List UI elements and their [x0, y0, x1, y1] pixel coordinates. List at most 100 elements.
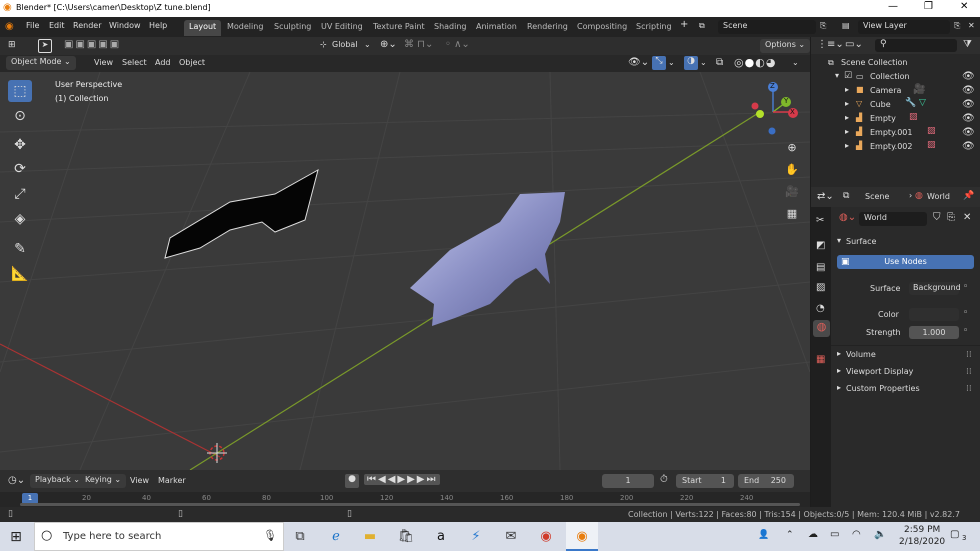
- pan-button[interactable]: ✋: [782, 160, 802, 180]
- camera-data-icon[interactable]: 🎥: [913, 84, 925, 95]
- tab-compositing[interactable]: Compositing: [572, 20, 632, 36]
- outliner-row-cube[interactable]: ▸ ▽ Cube 🔧 ▽ 👁: [811, 98, 980, 112]
- eye-icon[interactable]: 👁: [962, 113, 975, 124]
- checkbox-icon[interactable]: ☑: [844, 71, 852, 81]
- menu-add[interactable]: Add: [155, 58, 171, 67]
- outliner-row-empty[interactable]: ▸ ▟ Empty ▨ 👁: [811, 112, 980, 126]
- file-explorer-icon[interactable]: ▬: [360, 527, 380, 547]
- eye-icon[interactable]: 👁: [962, 141, 975, 152]
- proportional-icon[interactable]: ◦ ∧⌄: [445, 39, 470, 50]
- playback-menu[interactable]: Playback ⌄: [30, 474, 85, 488]
- tab-scripting[interactable]: Scripting: [631, 20, 677, 36]
- drag-handle-icon[interactable]: ⁞⁞: [966, 384, 972, 394]
- clock-time[interactable]: 2:59 PM: [904, 525, 940, 535]
- 3d-viewport[interactable]: Z Y X User Perspective (1) Collection ⬚ …: [0, 72, 810, 470]
- scene-field[interactable]: Scene: [718, 20, 816, 34]
- timeline-view-menu[interactable]: View: [130, 476, 149, 485]
- tab-modeling[interactable]: Modeling: [222, 20, 268, 36]
- store-icon[interactable]: 🛍: [396, 527, 416, 547]
- surface-shader-field[interactable]: Background: [909, 282, 961, 295]
- clock-date[interactable]: 2/18/2020: [899, 537, 945, 547]
- view-layer-remove-icon[interactable]: ✕: [968, 21, 975, 30]
- notifications-icon[interactable]: ▢: [950, 529, 959, 540]
- mesh-data-icon[interactable]: ▽: [919, 98, 926, 108]
- scene-tab-icon[interactable]: ◔: [816, 303, 825, 314]
- use-nodes-button[interactable]: ▣ Use Nodes: [837, 255, 974, 269]
- amazon-icon[interactable]: a: [431, 527, 451, 547]
- minimize-icon[interactable]: —: [888, 1, 898, 12]
- battery-icon[interactable]: ▭: [830, 529, 839, 540]
- pin-icon[interactable]: 📌: [963, 191, 974, 201]
- duplicate-icon[interactable]: ⎘: [947, 212, 955, 223]
- pivot-icon[interactable]: ⊕⌄: [380, 39, 397, 50]
- select-tool-icon[interactable]: ➤: [38, 39, 52, 53]
- tab-sculpting[interactable]: Sculpting: [269, 20, 316, 36]
- scene-collection-row[interactable]: ⧉ Scene Collection: [811, 56, 980, 70]
- chevron-down-icon[interactable]: ⌄: [792, 58, 799, 67]
- maximize-icon[interactable]: ❐: [924, 1, 933, 12]
- eye-icon[interactable]: 👁: [962, 71, 975, 82]
- drag-handle-icon[interactable]: ⁞⁞: [966, 367, 972, 377]
- chevron-down-icon[interactable]: ▾: [837, 236, 841, 245]
- onedrive-icon[interactable]: ☁: [808, 529, 818, 540]
- menu-select[interactable]: Select: [122, 58, 147, 67]
- microphone-icon[interactable]: 🎙: [263, 529, 277, 542]
- measure-tool[interactable]: 📐: [8, 263, 32, 285]
- world-name-field[interactable]: World: [859, 212, 927, 226]
- world-browse-icon[interactable]: ◍⌄: [839, 212, 856, 223]
- power-automate-icon[interactable]: ⚡: [466, 527, 486, 547]
- strength-field[interactable]: 1.000: [909, 326, 959, 339]
- timeline-scrollbar[interactable]: [20, 503, 800, 506]
- output-tab-icon[interactable]: ▤: [816, 262, 825, 273]
- eye-icon[interactable]: 👁: [962, 127, 975, 138]
- select-box-tool[interactable]: ⬚: [8, 80, 32, 102]
- outliner-row-empty-002[interactable]: ▸ ▟ Empty.002 ▨ 👁: [811, 140, 980, 154]
- visibility-icon[interactable]: 👁⌄: [628, 57, 649, 68]
- expand-arrow-icon[interactable]: ▸: [845, 141, 849, 150]
- image-icon[interactable]: ▨: [927, 140, 936, 150]
- windows-start-icon[interactable]: ⊞: [6, 527, 26, 547]
- chevron-down-icon[interactable]: ⌄: [668, 58, 675, 67]
- image-icon[interactable]: ▨: [909, 112, 918, 122]
- menu-view[interactable]: View: [94, 58, 113, 67]
- modifier-icon[interactable]: 🔧: [905, 98, 916, 108]
- eye-icon[interactable]: 👁: [962, 99, 975, 110]
- add-workspace-icon[interactable]: +: [680, 19, 688, 30]
- custom-properties-panel-header[interactable]: Custom Properties: [846, 384, 920, 393]
- world-tab-icon[interactable]: ◍: [813, 320, 830, 337]
- tab-rendering[interactable]: Rendering: [522, 20, 573, 36]
- chevron-down-icon[interactable]: ⌄: [364, 40, 371, 49]
- marker-menu[interactable]: Marker: [158, 476, 186, 485]
- timeline-editor-icon[interactable]: ◷⌄: [8, 475, 25, 486]
- orientation-dropdown[interactable]: Global: [332, 40, 358, 49]
- menu-window[interactable]: Window: [109, 21, 141, 30]
- outliner-row-empty-001[interactable]: ▸ ▟ Empty.001 ▨ 👁: [811, 126, 980, 140]
- zoom-button[interactable]: ⊕: [782, 138, 802, 158]
- timeline-ruler[interactable]: 1 20 40 60 80 100 120 140 160 180 200 22…: [0, 492, 810, 507]
- expand-arrow-icon[interactable]: ▸: [845, 113, 849, 122]
- expand-arrow-icon[interactable]: ▸: [845, 85, 849, 94]
- expand-arrow-icon[interactable]: ▸: [845, 99, 849, 108]
- outliner-search-input[interactable]: ⚲: [875, 39, 957, 52]
- snap-icon[interactable]: ⌘ ⊓⌄: [404, 39, 433, 50]
- edge-icon[interactable]: ℯ: [326, 527, 346, 547]
- socket-icon[interactable]: ◦: [963, 326, 968, 336]
- texture-tab-icon[interactable]: ▦: [816, 354, 825, 365]
- chevron-up-icon[interactable]: ⌃: [786, 530, 794, 540]
- surface-panel-header[interactable]: Surface: [846, 237, 876, 246]
- stopwatch-icon[interactable]: ⏱: [660, 474, 668, 485]
- menu-object[interactable]: Object: [179, 58, 205, 67]
- chevron-right-icon[interactable]: ▸: [837, 349, 841, 358]
- breadcrumb-world[interactable]: World: [927, 192, 950, 201]
- scene-new-icon[interactable]: ⎘: [820, 21, 826, 31]
- menu-file[interactable]: File: [26, 21, 39, 30]
- view-layer-new-icon[interactable]: ⎘: [954, 21, 960, 31]
- move-tool[interactable]: ✥: [8, 134, 32, 156]
- socket-icon[interactable]: ◦: [963, 282, 968, 292]
- socket-icon[interactable]: ◦: [963, 308, 968, 318]
- rotate-tool[interactable]: ⟳: [8, 158, 32, 180]
- xray-icon[interactable]: ⧉: [716, 57, 723, 68]
- outliner-row-collection[interactable]: ▾ ☑ ▭ Collection 👁: [811, 70, 980, 84]
- expand-arrow-icon[interactable]: ▾: [835, 71, 839, 80]
- taskbar-search-box[interactable]: ○ Type here to search 🎙: [34, 522, 284, 551]
